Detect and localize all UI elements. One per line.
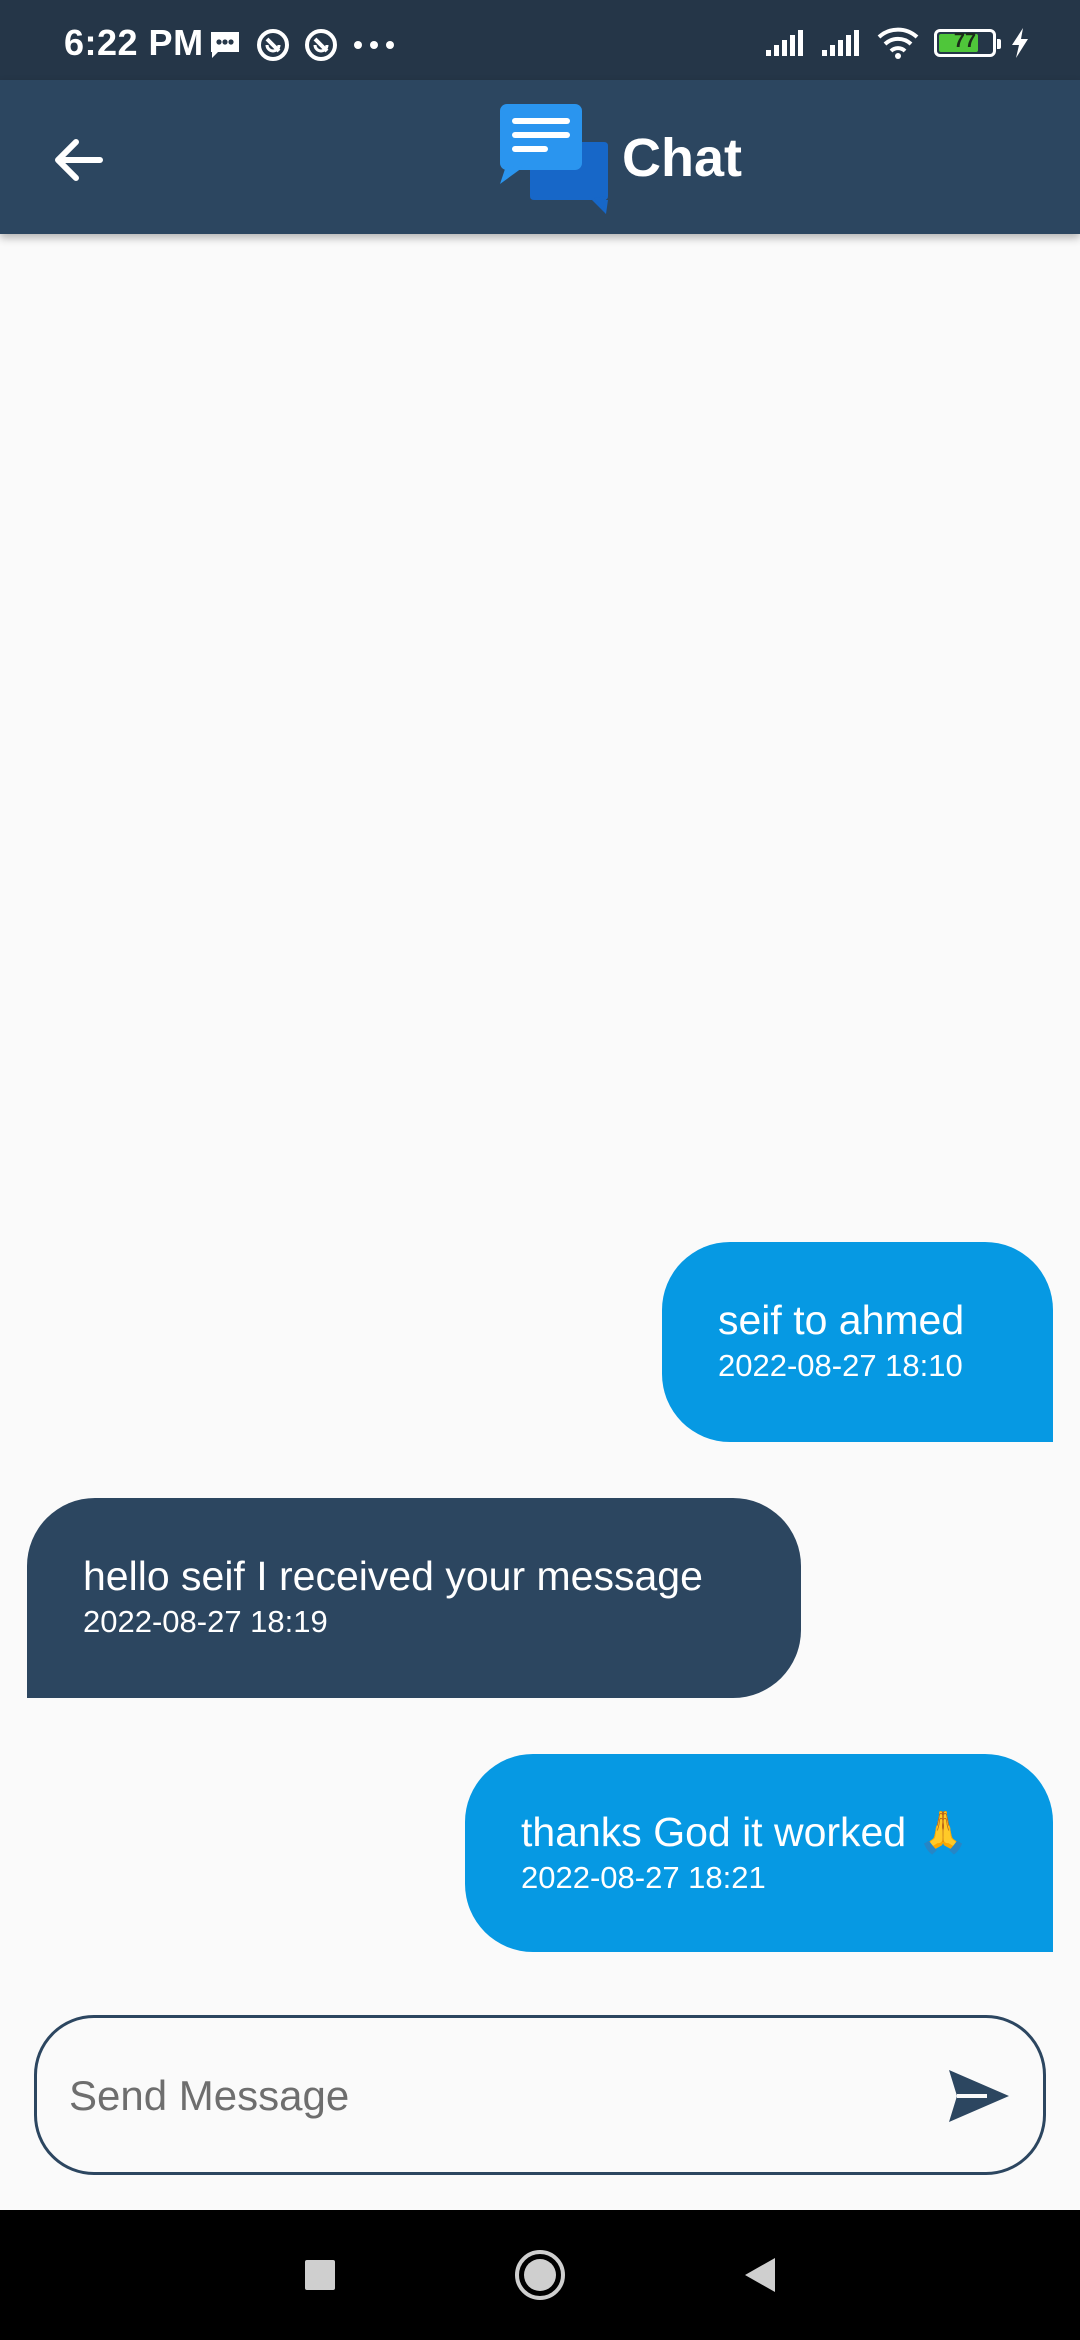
message-composer [34,2015,1046,2175]
message-timestamp: 2022-08-27 18:10 [718,1348,963,1383]
charging-bolt-icon [1012,28,1028,58]
message-text: seif to ahmed [718,1297,965,1343]
recents-square-icon [305,2260,335,2290]
app-bar: Chat [0,80,1080,234]
signal-icon [822,30,859,56]
system-nav-bar [0,2210,1080,2340]
battery-level: 77 [953,30,977,52]
send-button[interactable] [943,2060,1015,2132]
status-system-icons: 77 [764,26,1030,60]
send-icon [949,2070,1009,2122]
wifi-icon [877,27,919,59]
message-bubble-sent[interactable]: seif to ahmed 2022-08-27 18:10 [662,1242,1053,1442]
status-time: 6:22 PM [64,22,204,63]
recents-button[interactable] [290,2245,350,2305]
home-circle-icon [515,2250,565,2300]
message-timestamp: 2022-08-27 18:21 [521,1860,766,1895]
message-icon [211,32,239,58]
signal-icon [766,30,803,56]
system-back-button[interactable] [730,2245,790,2305]
chat-screen: 6:22 PM 77 Chat seif to ahmed 2022-08-27… [0,0,1080,2340]
message-bubble-sent[interactable]: thanks God it worked 🙏 2022-08-27 18:21 [465,1754,1053,1952]
at-icon [257,29,289,61]
status-bar: 6:22 PM 77 [0,0,1080,80]
status-notification-icons [208,28,396,62]
message-text: hello seif I received your message [83,1553,703,1599]
battery-icon: 77 [934,29,1001,57]
home-button[interactable] [505,2240,575,2310]
more-dots-icon [354,41,394,49]
at-icon [305,29,337,61]
app-title-group: Chat [496,98,742,218]
message-timestamp: 2022-08-27 18:19 [83,1604,328,1639]
page-title: Chat [622,128,742,188]
arrow-left-icon [55,139,103,181]
message-text: thanks God it worked 🙏 [521,1809,969,1855]
message-bubble-received[interactable]: hello seif I received your message 2022-… [27,1498,801,1698]
back-triangle-icon [745,2258,775,2292]
chat-bubbles-icon [500,104,608,214]
send-message-input[interactable] [67,2048,931,2144]
back-button[interactable] [40,122,116,198]
